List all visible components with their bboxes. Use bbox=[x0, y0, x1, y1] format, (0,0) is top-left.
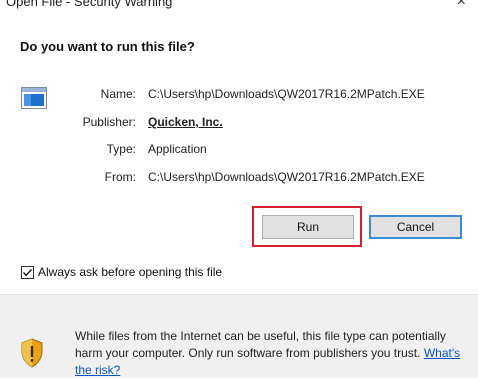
warning-text: While files from the Internet can be use… bbox=[75, 329, 446, 360]
from-label: From: bbox=[104, 170, 136, 184]
cancel-button[interactable]: Cancel bbox=[369, 215, 462, 239]
application-file-icon bbox=[21, 87, 47, 109]
window-title: Open File - Security Warning bbox=[6, 0, 173, 9]
shield-warning-icon bbox=[21, 338, 43, 368]
name-label: Name: bbox=[100, 87, 136, 101]
warning-message: While files from the Internet can be use… bbox=[75, 328, 470, 379]
close-icon[interactable]: × bbox=[457, 0, 466, 11]
type-label: Type: bbox=[106, 142, 136, 156]
dialog-question: Do you want to run this file? bbox=[20, 39, 195, 54]
publisher-label: Publisher: bbox=[82, 115, 136, 129]
name-value: C:\Users\hp\Downloads\QW2017R16.2MPatch.… bbox=[148, 87, 425, 101]
run-button[interactable]: Run bbox=[262, 215, 354, 239]
always-ask-option[interactable]: Always ask before opening this file bbox=[21, 265, 222, 279]
always-ask-checkbox[interactable] bbox=[21, 265, 34, 279]
publisher-link[interactable]: Quicken, Inc. bbox=[148, 115, 223, 129]
checkmark-icon bbox=[23, 268, 33, 276]
type-value: Application bbox=[148, 142, 207, 156]
from-value: C:\Users\hp\Downloads\QW2017R16.2MPatch.… bbox=[148, 170, 425, 184]
title-bar: Open File - Security Warning × bbox=[0, 0, 478, 14]
always-ask-label: Always ask before opening this file bbox=[38, 265, 223, 279]
